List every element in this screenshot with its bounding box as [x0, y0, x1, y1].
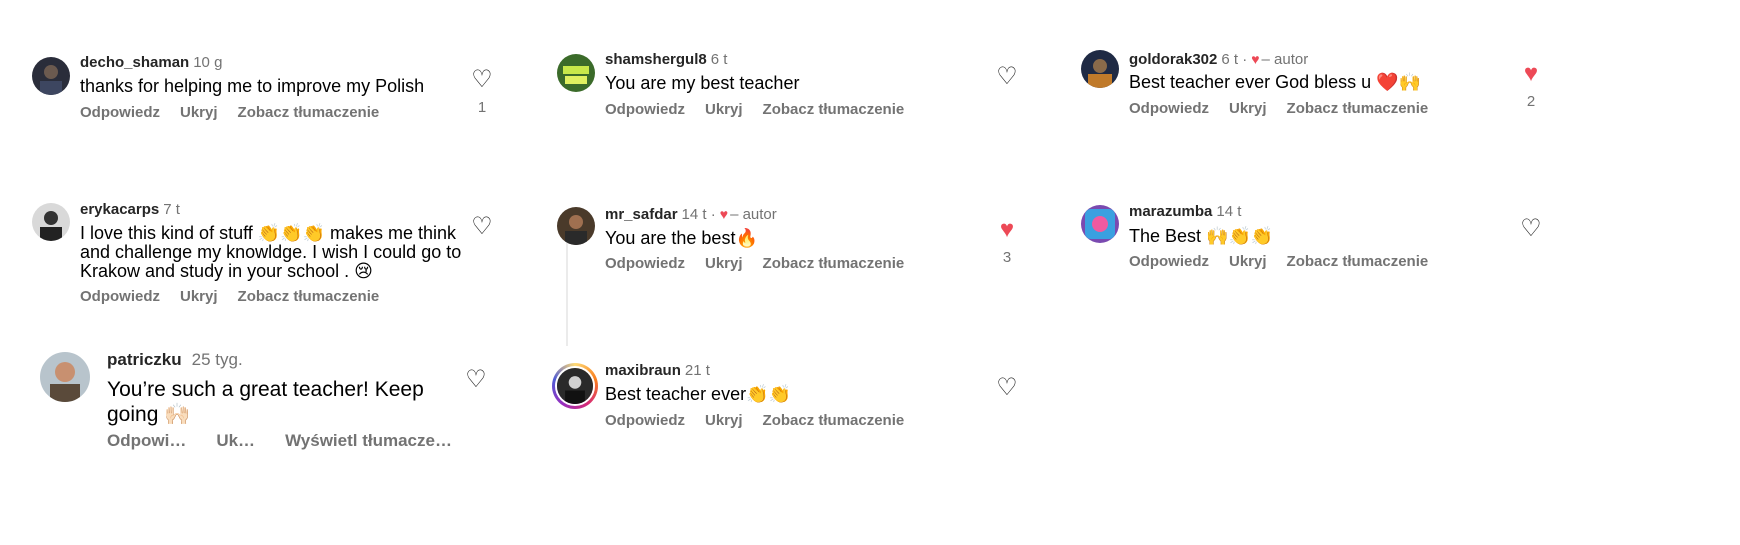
comment-text: Best teacher ever👏👏 — [605, 384, 791, 404]
heart-outline-icon[interactable]: ♡ — [470, 68, 494, 92]
avatar[interactable] — [40, 352, 90, 402]
comment-meta: decho_shaman 10 g — [80, 54, 222, 72]
reply-button[interactable]: Odpowiedz — [605, 412, 685, 429]
heart-outline-icon[interactable]: ♡ — [995, 376, 1019, 400]
hide-button[interactable]: Ukryj — [705, 101, 743, 118]
comment-text-line-2: and challenge my knowldge. I wish I coul… — [80, 242, 462, 262]
hide-button[interactable]: Ukryj — [1229, 253, 1267, 270]
username[interactable]: decho_shaman — [80, 54, 189, 71]
hide-button[interactable]: Ukryj — [705, 255, 743, 272]
avatar[interactable] — [32, 203, 70, 241]
heart-filled-icon[interactable]: ♥ — [1519, 62, 1543, 86]
hide-button[interactable]: Ukryj — [180, 104, 218, 121]
username[interactable]: mr_safdar — [605, 206, 678, 223]
avatar[interactable] — [557, 54, 595, 92]
hide-button[interactable]: Ukryj — [1229, 100, 1267, 117]
translate-button[interactable]: Zobacz tłumaczenie — [238, 288, 380, 305]
heart-outline-icon[interactable]: ♡ — [995, 65, 1019, 89]
username[interactable]: patriczku — [107, 350, 182, 369]
translate-button[interactable]: Zobacz tłumaczenie — [763, 101, 905, 118]
comment-actions: Odpowiedz Ukryj Zobacz tłumaczenie — [605, 101, 924, 119]
comment-text: The Best 🙌👏👏 — [1129, 226, 1274, 246]
author-label: – autor — [1261, 51, 1309, 68]
comment-text: You are my best teacher — [605, 73, 800, 93]
reply-button[interactable]: Odpowiedz — [80, 288, 160, 305]
comment-actions: Odpowiedz Ukryj Zobacz tłumaczenie — [1129, 253, 1448, 271]
comment-actions: Odpowiedz Ukryj Zobacz tłumaczenie — [605, 412, 924, 430]
comment-text-line-3: Krakow and study in your school . 😢 — [80, 261, 373, 281]
hide-button[interactable]: Ukryj — [705, 412, 743, 429]
comment-meta: mr_safdar 14 t · ♥ – autor — [605, 205, 777, 224]
avatar[interactable] — [1081, 205, 1119, 243]
translate-button[interactable]: Wyświetl tłumacze… — [285, 431, 452, 450]
avatar[interactable] — [555, 366, 595, 406]
reply-button[interactable]: Odpowi… — [107, 431, 186, 450]
heart-outline-icon[interactable]: ♡ — [470, 215, 494, 239]
comment-meta: patriczku 25 tyg. — [107, 350, 243, 370]
reply-button[interactable]: Odpowiedz — [80, 104, 160, 121]
username[interactable]: maxibraun — [605, 362, 681, 379]
creator-liked-heart-icon: ♥ — [1251, 51, 1260, 67]
heart-filled-icon[interactable]: ♥ — [995, 218, 1019, 242]
timestamp[interactable]: 6 t — [711, 51, 728, 68]
translate-button[interactable]: Zobacz tłumaczenie — [763, 255, 905, 272]
comment-actions: Odpowiedz Ukryj Zobacz tłumaczenie — [80, 288, 399, 306]
hide-button[interactable]: Ukryj — [180, 288, 218, 305]
comment-actions: Odpowiedz Ukryj Zobacz tłumaczenie — [80, 104, 399, 122]
timestamp[interactable]: 21 t — [685, 362, 710, 379]
like-count[interactable]: 1 — [470, 99, 494, 116]
timestamp[interactable]: 10 g — [193, 54, 222, 71]
separator-dot: · — [710, 206, 716, 223]
hide-button[interactable]: Uk… — [216, 431, 255, 450]
comment-meta: marazumba 14 t — [1129, 203, 1241, 221]
username[interactable]: shamshergul8 — [605, 51, 707, 68]
author-label: – autor — [730, 206, 777, 223]
comment-text: You are the best🔥 — [605, 228, 758, 248]
comment-text: You’re such a great teacher! Keep going … — [107, 378, 424, 426]
reply-button[interactable]: Odpowiedz — [1129, 253, 1209, 270]
timestamp[interactable]: 6 t — [1221, 51, 1238, 68]
comment-meta: goldorak302 6 t · ♥ – autor — [1129, 50, 1308, 69]
username[interactable]: marazumba — [1129, 203, 1212, 220]
timestamp[interactable]: 14 t — [682, 206, 707, 223]
creator-liked-heart-icon: ♥ — [719, 206, 729, 222]
username[interactable]: erykacarps — [80, 201, 159, 218]
timestamp[interactable]: 7 t — [163, 201, 180, 218]
translate-button[interactable]: Zobacz tłumaczenie — [763, 412, 905, 429]
comment-text: Best teacher ever God bless u ❤️🙌 — [1129, 72, 1421, 92]
username[interactable]: goldorak302 — [1129, 51, 1217, 68]
timestamp[interactable]: 14 t — [1216, 203, 1241, 220]
translate-button[interactable]: Zobacz tłumaczenie — [238, 104, 380, 121]
comment-meta: shamshergul8 6 t — [605, 51, 727, 69]
separator-dot: · — [1242, 51, 1248, 68]
reply-button[interactable]: Odpowiedz — [605, 255, 685, 272]
heart-outline-icon[interactable]: ♡ — [464, 368, 488, 392]
translate-button[interactable]: Zobacz tłumaczenie — [1287, 100, 1429, 117]
comment-meta: erykacarps 7 t — [80, 201, 180, 219]
translate-button[interactable]: Zobacz tłumaczenie — [1287, 253, 1429, 270]
comment-text: thanks for helping me to improve my Poli… — [80, 76, 425, 96]
reply-button[interactable]: Odpowiedz — [605, 101, 685, 118]
comment-actions: Odpowiedz Ukryj Zobacz tłumaczenie — [605, 255, 924, 273]
avatar[interactable] — [32, 57, 70, 95]
comment-actions: Odpowiedz Ukryj Zobacz tłumaczenie — [1129, 100, 1448, 118]
reply-button[interactable]: Odpowiedz — [1129, 100, 1209, 117]
like-count[interactable]: 3 — [995, 249, 1019, 266]
comment-actions: Odpowi… Uk… Wyświetl tłumacze… — [107, 432, 482, 450]
avatar[interactable] — [557, 207, 595, 245]
heart-outline-icon[interactable]: ♡ — [1519, 217, 1543, 241]
like-count[interactable]: 2 — [1519, 93, 1543, 110]
avatar[interactable] — [1081, 50, 1119, 88]
comment-meta: maxibraun 21 t — [605, 362, 710, 380]
timestamp[interactable]: 25 tyg. — [192, 350, 243, 369]
comment-text-line-1: I love this kind of stuff 👏👏👏 makes me t… — [80, 223, 457, 243]
